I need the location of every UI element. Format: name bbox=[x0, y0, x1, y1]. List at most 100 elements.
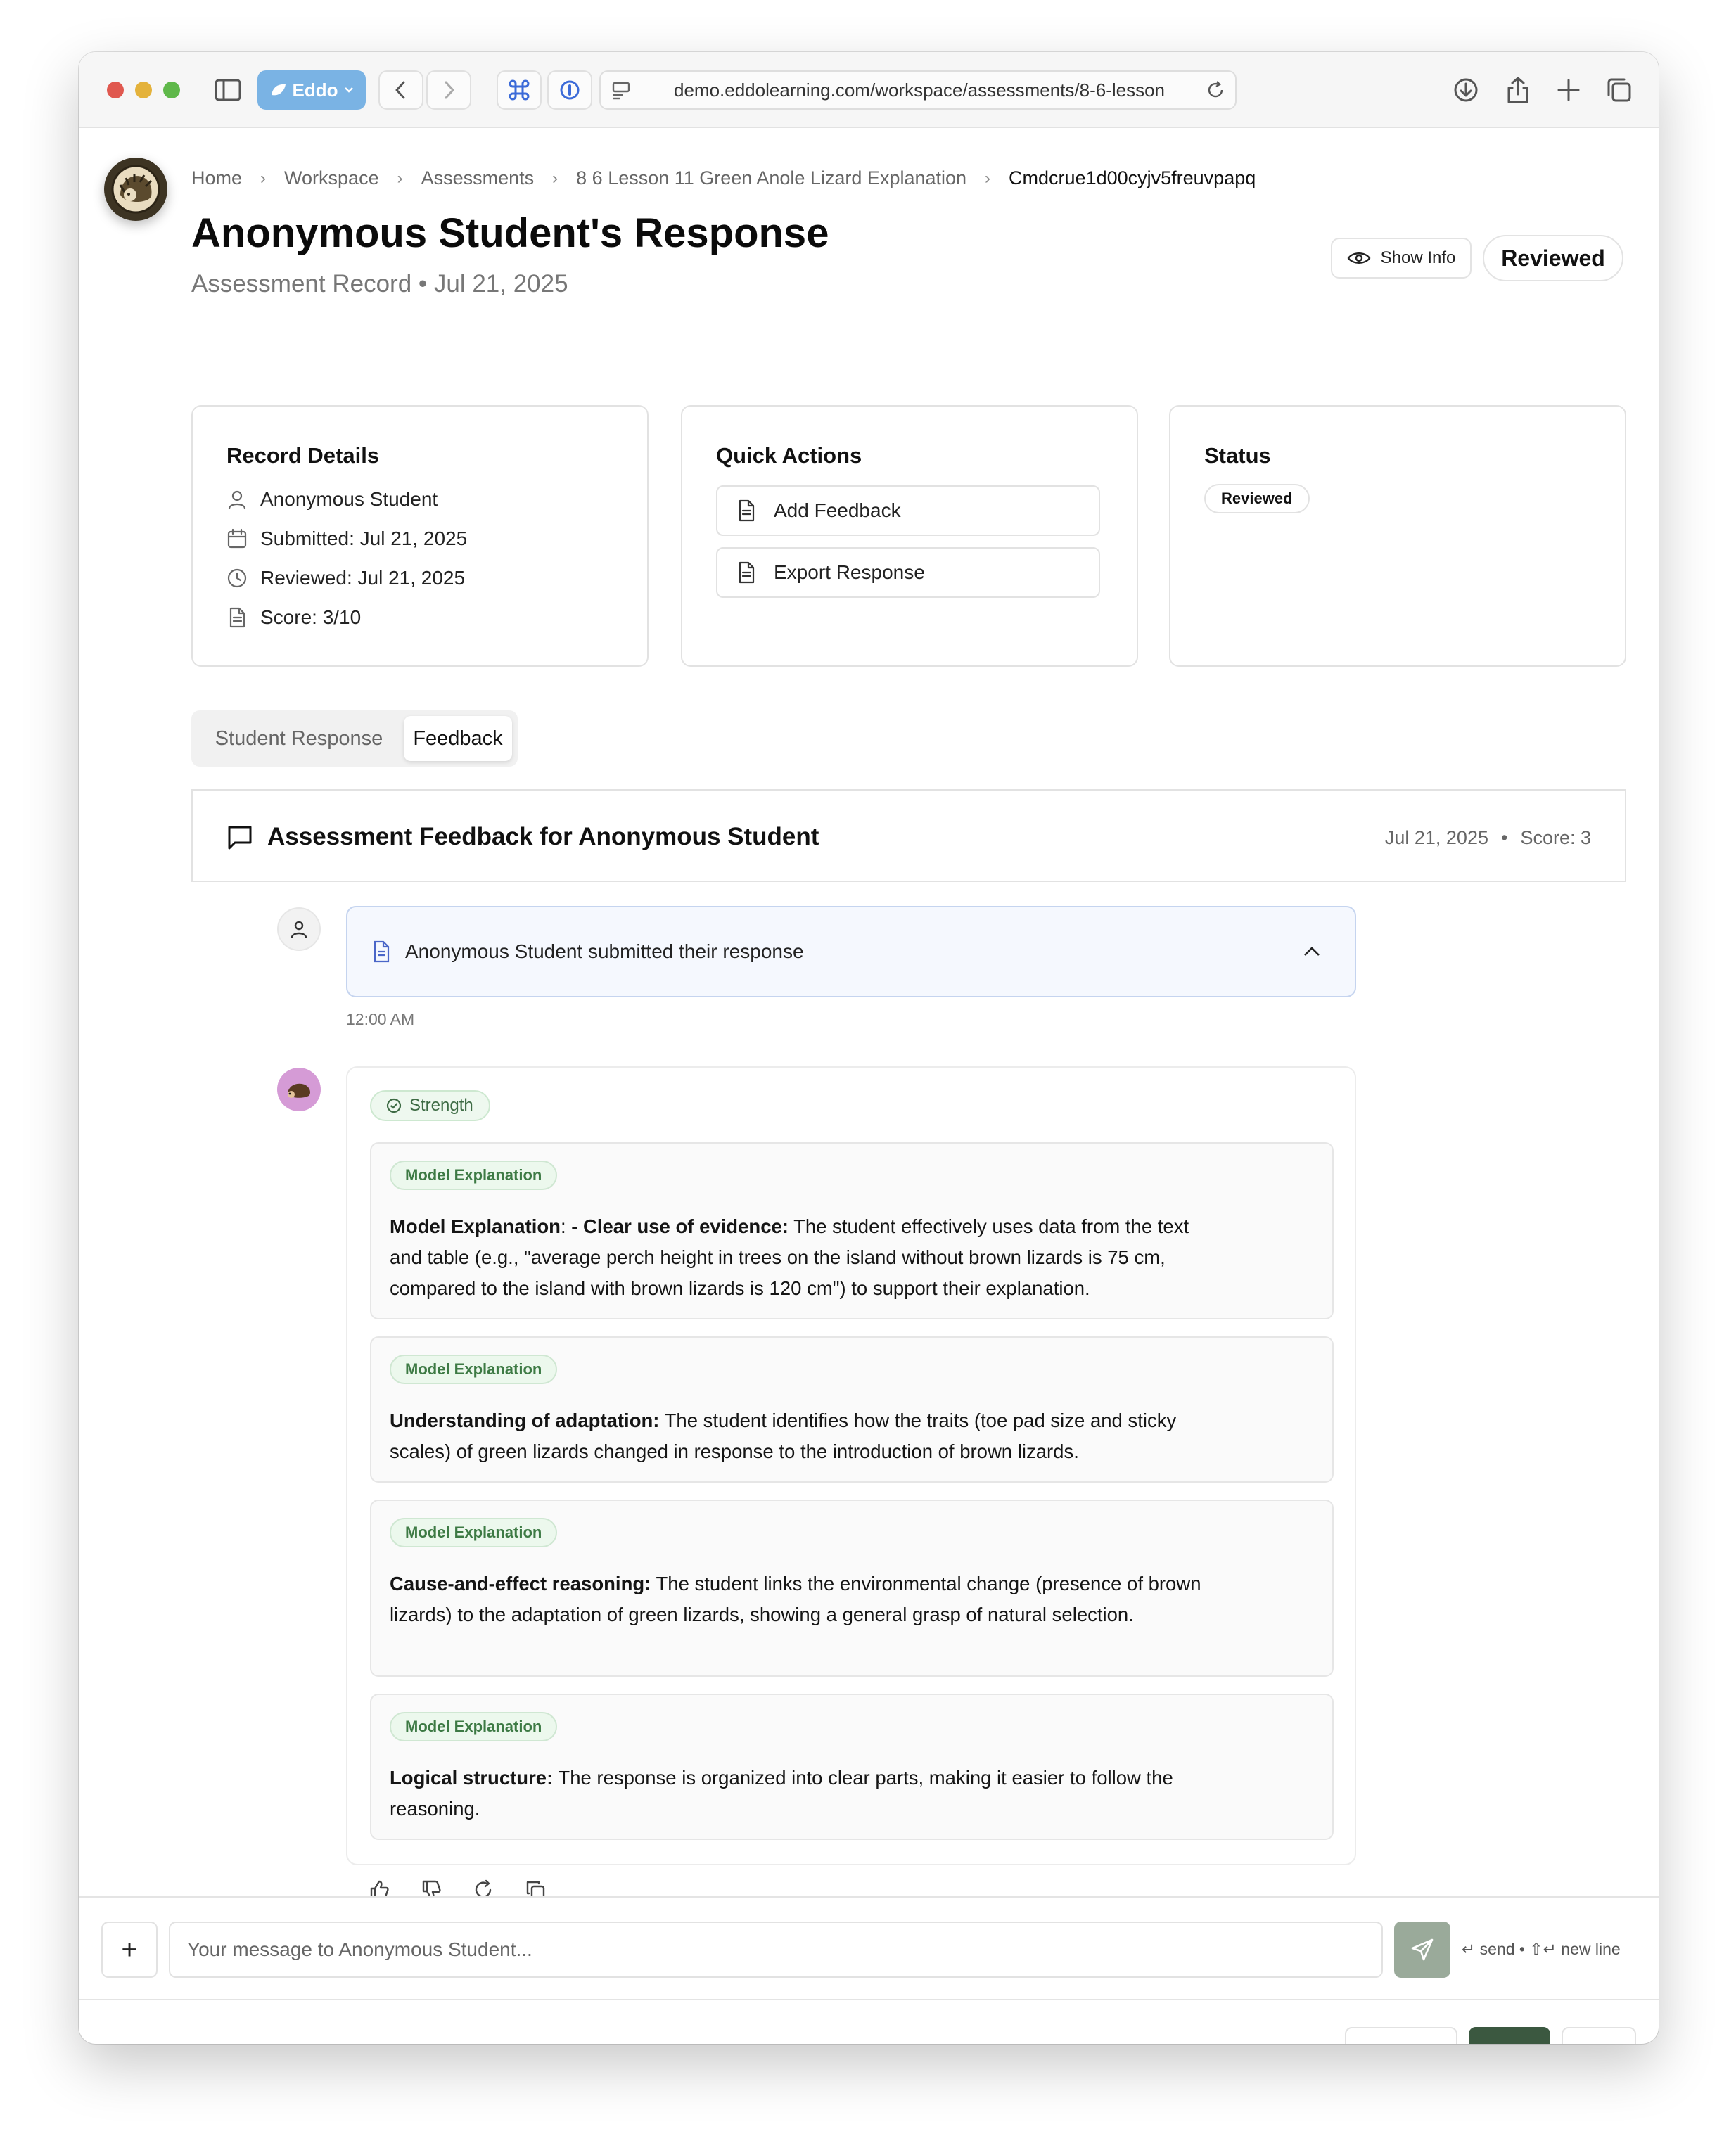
breadcrumb-lesson[interactable]: 8 6 Lesson 11 Green Anole Lizard Explana… bbox=[576, 167, 966, 189]
feedback-card: Model Explanation Model Explanation: - C… bbox=[370, 1142, 1334, 1319]
calendar-icon bbox=[227, 528, 247, 549]
feedback-card-heading: - Clear use of evidence: bbox=[571, 1215, 789, 1237]
feedback-card-text: Understanding of adaptation: The student… bbox=[390, 1405, 1206, 1467]
clock-icon bbox=[227, 568, 247, 588]
previous-button[interactable]: Previous bbox=[1345, 2027, 1457, 2044]
share-button[interactable] bbox=[1495, 70, 1540, 110]
attach-plus-button[interactable]: + bbox=[101, 1922, 158, 1978]
close-window-button[interactable] bbox=[107, 82, 124, 98]
status-title: Status bbox=[1204, 443, 1271, 468]
user-icon bbox=[291, 921, 307, 938]
breadcrumb: Home › Workspace › Assessments › 8 6 Les… bbox=[191, 167, 1256, 189]
status-card: Status Reviewed bbox=[1169, 405, 1626, 667]
reload-icon[interactable] bbox=[1206, 80, 1225, 100]
browser-window: Eddo demo.eddolearning.com/workspace/ass… bbox=[79, 52, 1659, 2044]
leaf-icon bbox=[271, 84, 286, 96]
model-explanation-tag: Model Explanation bbox=[390, 1161, 558, 1190]
feedback-date: Jul 21, 2025 bbox=[1384, 827, 1488, 848]
reviewed-date: Reviewed: Jul 21, 2025 bbox=[260, 567, 466, 589]
student-name: Anonymous Student bbox=[260, 488, 438, 510]
address-bar[interactable]: demo.eddolearning.com/workspace/assessme… bbox=[599, 70, 1237, 110]
feedback-score: Score: 3 bbox=[1520, 827, 1591, 848]
hedgehog-logo-icon[interactable] bbox=[104, 158, 167, 221]
tab-student-response[interactable]: Student Response bbox=[197, 716, 401, 761]
command-extension-button[interactable] bbox=[497, 70, 542, 110]
response-tabs: Student Response Feedback bbox=[191, 710, 518, 767]
keyboard-hint: ↵ send • ⇧↵ new line bbox=[1462, 1940, 1621, 1958]
chevron-right-icon: › bbox=[397, 168, 403, 188]
chevron-right-icon: › bbox=[985, 168, 991, 188]
share-icon bbox=[1507, 77, 1528, 103]
feedback-card: Model Explanation Understanding of adapt… bbox=[370, 1336, 1334, 1483]
submitted-date: Submitted: Jul 21, 2025 bbox=[260, 528, 468, 549]
password-extension-button[interactable] bbox=[547, 70, 592, 110]
add-feedback-button[interactable]: Add Feedback bbox=[716, 485, 1100, 536]
breadcrumb-assessments[interactable]: Assessments bbox=[421, 167, 535, 189]
feedback-card: Model Explanation Cause-and-effect reaso… bbox=[370, 1500, 1334, 1677]
skip-button[interactable]: Skip bbox=[1562, 2027, 1636, 2044]
quick-actions-card: Quick Actions Add Feedback Export Respon… bbox=[681, 405, 1138, 667]
message-square-icon bbox=[228, 826, 252, 850]
tab-feedback[interactable]: Feedback bbox=[404, 716, 512, 761]
export-response-button[interactable]: Export Response bbox=[716, 547, 1100, 598]
add-feedback-label: Add Feedback bbox=[774, 499, 901, 521]
eddo-tab-label: Eddo bbox=[292, 79, 338, 101]
reviewed-status-pill: Reviewed bbox=[1483, 235, 1623, 281]
breadcrumb-workspace[interactable]: Workspace bbox=[284, 167, 379, 189]
feedback-card-heading: Cause-and-effect reasoning: bbox=[390, 1573, 651, 1594]
back-button[interactable] bbox=[378, 70, 423, 110]
document-icon bbox=[229, 607, 245, 628]
minimize-window-button[interactable] bbox=[135, 82, 152, 98]
tab-overview-button[interactable] bbox=[1597, 70, 1642, 110]
feedback-card-text: Logical structure: The response is organ… bbox=[390, 1763, 1206, 1824]
message-input[interactable] bbox=[169, 1922, 1383, 1978]
chevron-right-icon: › bbox=[260, 168, 267, 188]
reviewed-row: Reviewed: Jul 21, 2025 bbox=[226, 567, 465, 589]
feedback-card: Model Explanation Logical structure: The… bbox=[370, 1694, 1334, 1840]
record-details-card: Record Details Anonymous Student Submitt… bbox=[191, 405, 649, 667]
feedback-card-heading: Logical structure: bbox=[390, 1767, 554, 1789]
page-title: Anonymous Student's Response bbox=[191, 210, 829, 256]
feedback-card-lead: Model Explanation bbox=[390, 1215, 561, 1237]
submission-time: 12:00 AM bbox=[346, 1010, 415, 1028]
show-info-label: Show Info bbox=[1380, 248, 1456, 267]
info-shield-icon bbox=[560, 80, 580, 100]
downloads-button[interactable] bbox=[1443, 70, 1488, 110]
breadcrumb-home[interactable]: Home bbox=[191, 167, 242, 189]
command-icon bbox=[509, 79, 530, 101]
record-details-title: Record Details bbox=[226, 443, 380, 468]
submission-text: Anonymous Student submitted their respon… bbox=[405, 940, 804, 962]
model-explanation-tag: Model Explanation bbox=[390, 1518, 558, 1547]
plus-icon bbox=[1557, 79, 1580, 101]
strength-label: Strength bbox=[409, 1096, 473, 1115]
chevron-right-icon bbox=[445, 81, 454, 99]
url-text: demo.eddolearning.com/workspace/assessme… bbox=[674, 79, 1166, 101]
model-explanation-tag: Model Explanation bbox=[390, 1355, 558, 1384]
chevron-left-icon bbox=[395, 81, 405, 99]
sidebar-toggle-icon[interactable] bbox=[208, 70, 248, 110]
chevron-up-icon[interactable] bbox=[1303, 946, 1321, 957]
maximize-window-button[interactable] bbox=[163, 82, 180, 98]
send-button[interactable] bbox=[1394, 1922, 1450, 1978]
forward-button[interactable] bbox=[426, 70, 471, 110]
strength-tag: Strength bbox=[370, 1090, 490, 1121]
student-avatar bbox=[277, 907, 321, 951]
download-icon bbox=[1454, 78, 1478, 102]
student-row: Anonymous Student bbox=[226, 488, 438, 511]
document-icon bbox=[374, 940, 390, 963]
eddo-tab-group[interactable]: Eddo bbox=[257, 70, 366, 110]
status-badge: Reviewed bbox=[1204, 484, 1310, 513]
feedback-card-text: Model Explanation: - Clear use of eviden… bbox=[390, 1215, 1189, 1299]
check-circle-icon bbox=[386, 1098, 402, 1113]
send-icon bbox=[1411, 1938, 1434, 1961]
strength-feedback-panel: Strength Model Explanation Model Explana… bbox=[346, 1066, 1356, 1865]
show-info-button[interactable]: Show Info bbox=[1331, 238, 1472, 279]
submission-message[interactable]: Anonymous Student submitted their respon… bbox=[346, 906, 1356, 997]
quick-actions-title: Quick Actions bbox=[716, 443, 862, 468]
export-response-label: Export Response bbox=[774, 561, 925, 583]
document-icon bbox=[739, 499, 755, 522]
hedgehog-avatar-icon bbox=[277, 1068, 321, 1111]
new-tab-button[interactable] bbox=[1546, 70, 1591, 110]
feedback-card-heading: Understanding of adaptation: bbox=[390, 1409, 660, 1431]
done-button[interactable]: Done bbox=[1469, 2027, 1550, 2044]
